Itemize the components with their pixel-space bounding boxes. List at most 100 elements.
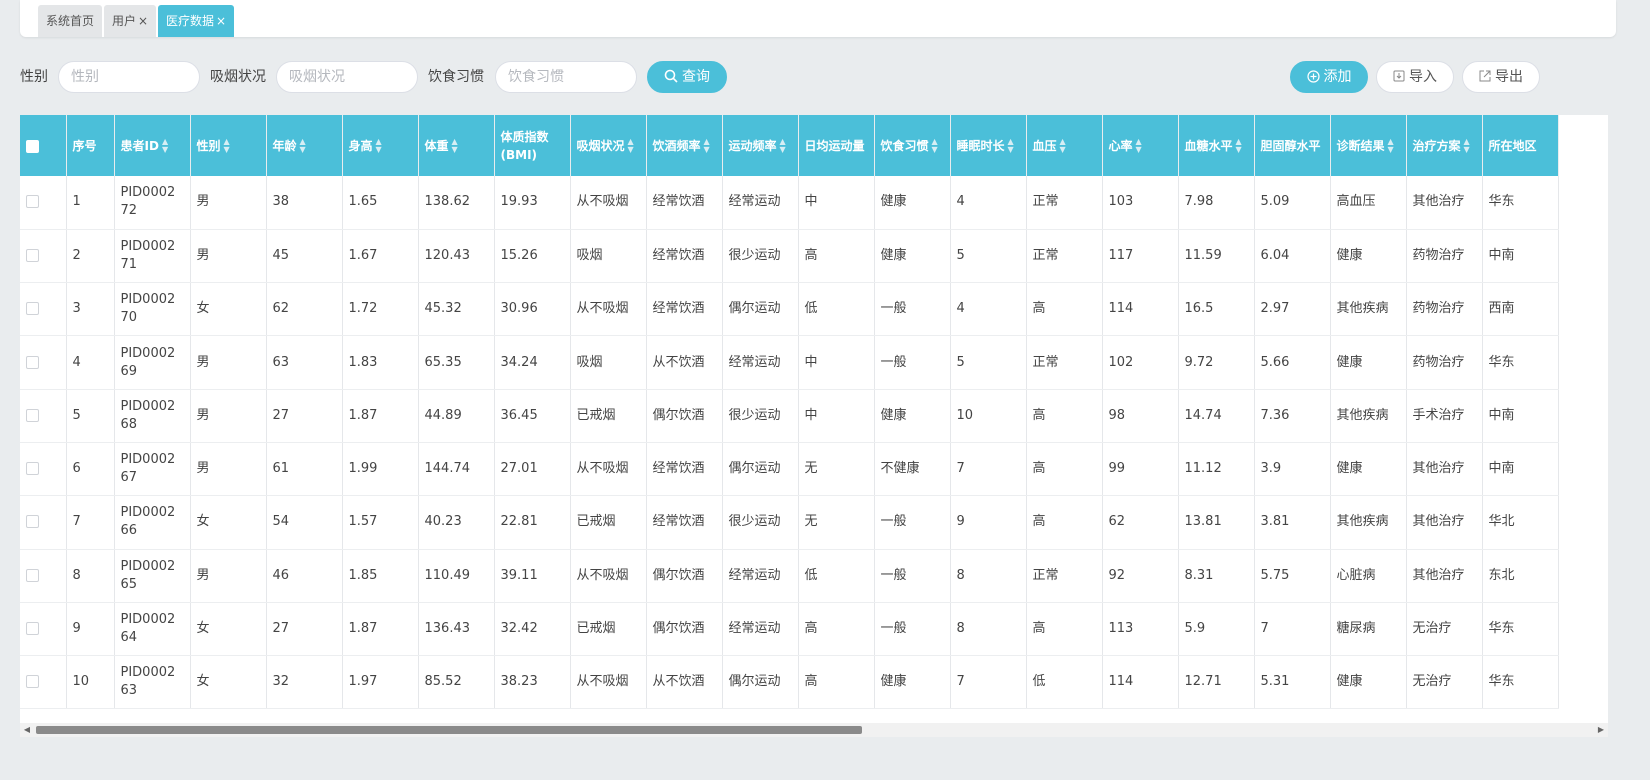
column-header[interactable]: 睡眠时长 ▲ ▼ [950,115,1027,176]
sort-icon[interactable]: ▲ ▼ [376,138,382,154]
column-header[interactable]: 心率 ▲ ▼ [1102,115,1179,176]
sort-icon[interactable]: ▲ ▼ [628,138,634,154]
table-row[interactable]: 4 PID000269 男 63 1.83 65.35 34.24 吸烟 从不饮酒 经常运动中一般… [20,335,1559,390]
table-cell: 45 [266,229,343,284]
column-header[interactable]: 饮食习惯 ▲ ▼ [874,115,951,176]
table-row[interactable]: 8 PID000265 男 46 1.85 110.49 39.11 从不吸烟 偶尔饮酒 经常运动… [20,549,1559,603]
row-checkbox[interactable] [26,568,39,582]
row-checkbox[interactable] [26,462,39,476]
sort-icon[interactable]: ▲ ▼ [932,138,938,154]
scrollbar-thumb[interactable] [36,726,862,734]
column-header[interactable]: 饮酒频率 ▲ ▼ [646,115,723,176]
table-cell: 经常饮酒 [646,282,723,337]
column-header[interactable]: 患者ID ▲ ▼ [114,115,191,176]
table-cell: 高 [1026,282,1103,337]
table-row[interactable]: 2 PID000271 男 45 1.67 120.43 15.26 吸烟 经常饮酒 很少运动高健… [20,229,1559,284]
gender-input[interactable] [58,61,200,93]
scroll-left-icon[interactable]: ◀ [20,723,34,737]
table-cell: 很少运动 [722,495,799,550]
add-button[interactable]: 添加 [1290,61,1368,93]
table-cell: 高 [1026,442,1103,497]
tab-users[interactable]: 用户 × [104,5,157,37]
table-cell: 1.87 [342,389,419,443]
scroll-right-icon[interactable]: ▶ [1594,723,1608,737]
sort-icon[interactable]: ▲ ▼ [780,138,786,154]
column-header-label: 年龄 [272,138,297,153]
horizontal-scrollbar[interactable]: ◀ ▶ [20,723,1608,737]
tab-medical-data[interactable]: 医疗数据 × [158,5,235,37]
column-header[interactable]: 血压 ▲ ▼ [1026,115,1103,176]
table-row[interactable]: 9 PID000264 女 27 1.87 136.43 32.42 已戒烟 偶尔饮酒 经常运动高… [20,602,1559,657]
column-header[interactable]: 吸烟状况 ▲ ▼ [570,115,647,176]
row-checkbox[interactable] [26,195,39,209]
row-checkbox[interactable] [26,355,39,369]
sort-icon[interactable]: ▲ ▼ [1388,138,1394,154]
sort-icon[interactable]: ▲ ▼ [1136,138,1142,154]
table-cell: 1.67 [342,229,419,284]
sort-icon[interactable]: ▲ ▼ [452,138,458,154]
column-header[interactable]: 血糖水平 ▲ ▼ [1178,115,1255,176]
row-checkbox[interactable] [26,302,39,316]
table-cell: 38 [266,176,343,230]
sort-icon[interactable]: ▲ ▼ [1236,138,1242,154]
table-cell: 4 [950,282,1027,337]
table-cell: 高 [1026,389,1103,443]
table-row[interactable]: 6 PID000267 男 61 1.99 144.74 27.01 从不吸烟 经常饮酒 偶尔运动… [20,442,1559,497]
sort-icon[interactable]: ▲ ▼ [704,138,710,154]
export-button[interactable]: 导出 [1462,61,1540,93]
tab-home[interactable]: 系统首页 [38,5,103,37]
table-cell: 健康 [1330,655,1407,710]
table-row[interactable]: 1 PID000272 男 38 1.65 138.62 19.93 从不吸烟 经常饮酒 经常运动… [20,176,1559,230]
table-cell: 14.74 [1178,389,1255,443]
select-all-checkbox[interactable] [26,139,39,153]
table-cell: 13.81 [1178,495,1255,550]
column-header[interactable]: 运动频率 ▲ ▼ [722,115,799,176]
table-cell: 1.83 [342,335,419,390]
table-row[interactable]: 3 PID000270 女 62 1.72 45.32 30.96 从不吸烟 经常饮酒 偶尔运动低… [20,282,1559,337]
table-row[interactable]: 5 PID000268 男 27 1.87 44.89 36.45 已戒烟 偶尔饮酒 很少运动中健… [20,389,1559,443]
import-button[interactable]: 导入 [1376,61,1454,93]
table-cell: 19.93 [494,176,571,230]
table-cell: 7 [66,495,115,550]
column-header[interactable]: 性别 ▲ ▼ [190,115,267,176]
sort-icon[interactable]: ▲ ▼ [1060,138,1066,154]
table-row[interactable]: 10 PID000263 女 32 1.97 85.52 38.23 从不吸烟 从不饮酒 偶尔运动… [20,655,1559,710]
column-header[interactable]: 诊断结果 ▲ ▼ [1330,115,1407,176]
smoking-input[interactable] [276,61,418,93]
query-label: 查询 [682,69,710,85]
table-cell: 健康 [874,389,951,443]
column-header[interactable]: 年龄 ▲ ▼ [266,115,343,176]
table-cell: 65.35 [418,335,495,390]
table-cell: 一般 [874,495,951,550]
table-cell: 男 [190,389,267,443]
table-cell: 7.98 [1178,176,1255,230]
table-cell: 偶尔饮酒 [646,549,723,603]
sort-icon[interactable]: ▲ ▼ [300,138,306,154]
row-checkbox[interactable] [26,675,39,689]
row-checkbox[interactable] [26,515,39,529]
table-cell: 5.66 [1254,335,1331,390]
table-row[interactable]: 7 PID000266 女 54 1.57 40.23 22.81 已戒烟 经常饮酒 很少运动无一… [20,495,1559,550]
close-icon[interactable]: × [138,14,148,28]
column-header[interactable]: 体重 ▲ ▼ [418,115,495,176]
gender-label: 性别 [20,69,48,85]
query-button[interactable]: 查询 [647,61,727,93]
sort-icon[interactable]: ▲ ▼ [1464,138,1470,154]
sort-icon[interactable]: ▲ ▼ [162,138,168,154]
column-header: 体质指数(BMI) [494,115,571,176]
column-header[interactable]: 身高 ▲ ▼ [342,115,419,176]
row-checkbox[interactable] [26,622,39,636]
sort-icon[interactable]: ▲ ▼ [224,138,230,154]
table-cell: PID000268 [114,389,191,443]
table-cell: 7 [1254,602,1331,657]
close-icon[interactable]: × [216,14,226,28]
row-checkbox[interactable] [26,248,39,262]
diet-input[interactable] [495,61,637,93]
sort-icon[interactable]: ▲ ▼ [1008,138,1014,154]
column-header[interactable]: 治疗方案 ▲ ▼ [1406,115,1483,176]
row-checkbox[interactable] [26,408,39,422]
table-cell: 药物治疗 [1406,282,1483,337]
table-cell: 1 [66,176,115,230]
column-header-label: 吸烟状况 [576,138,625,153]
table-cell: 34.24 [494,335,571,390]
